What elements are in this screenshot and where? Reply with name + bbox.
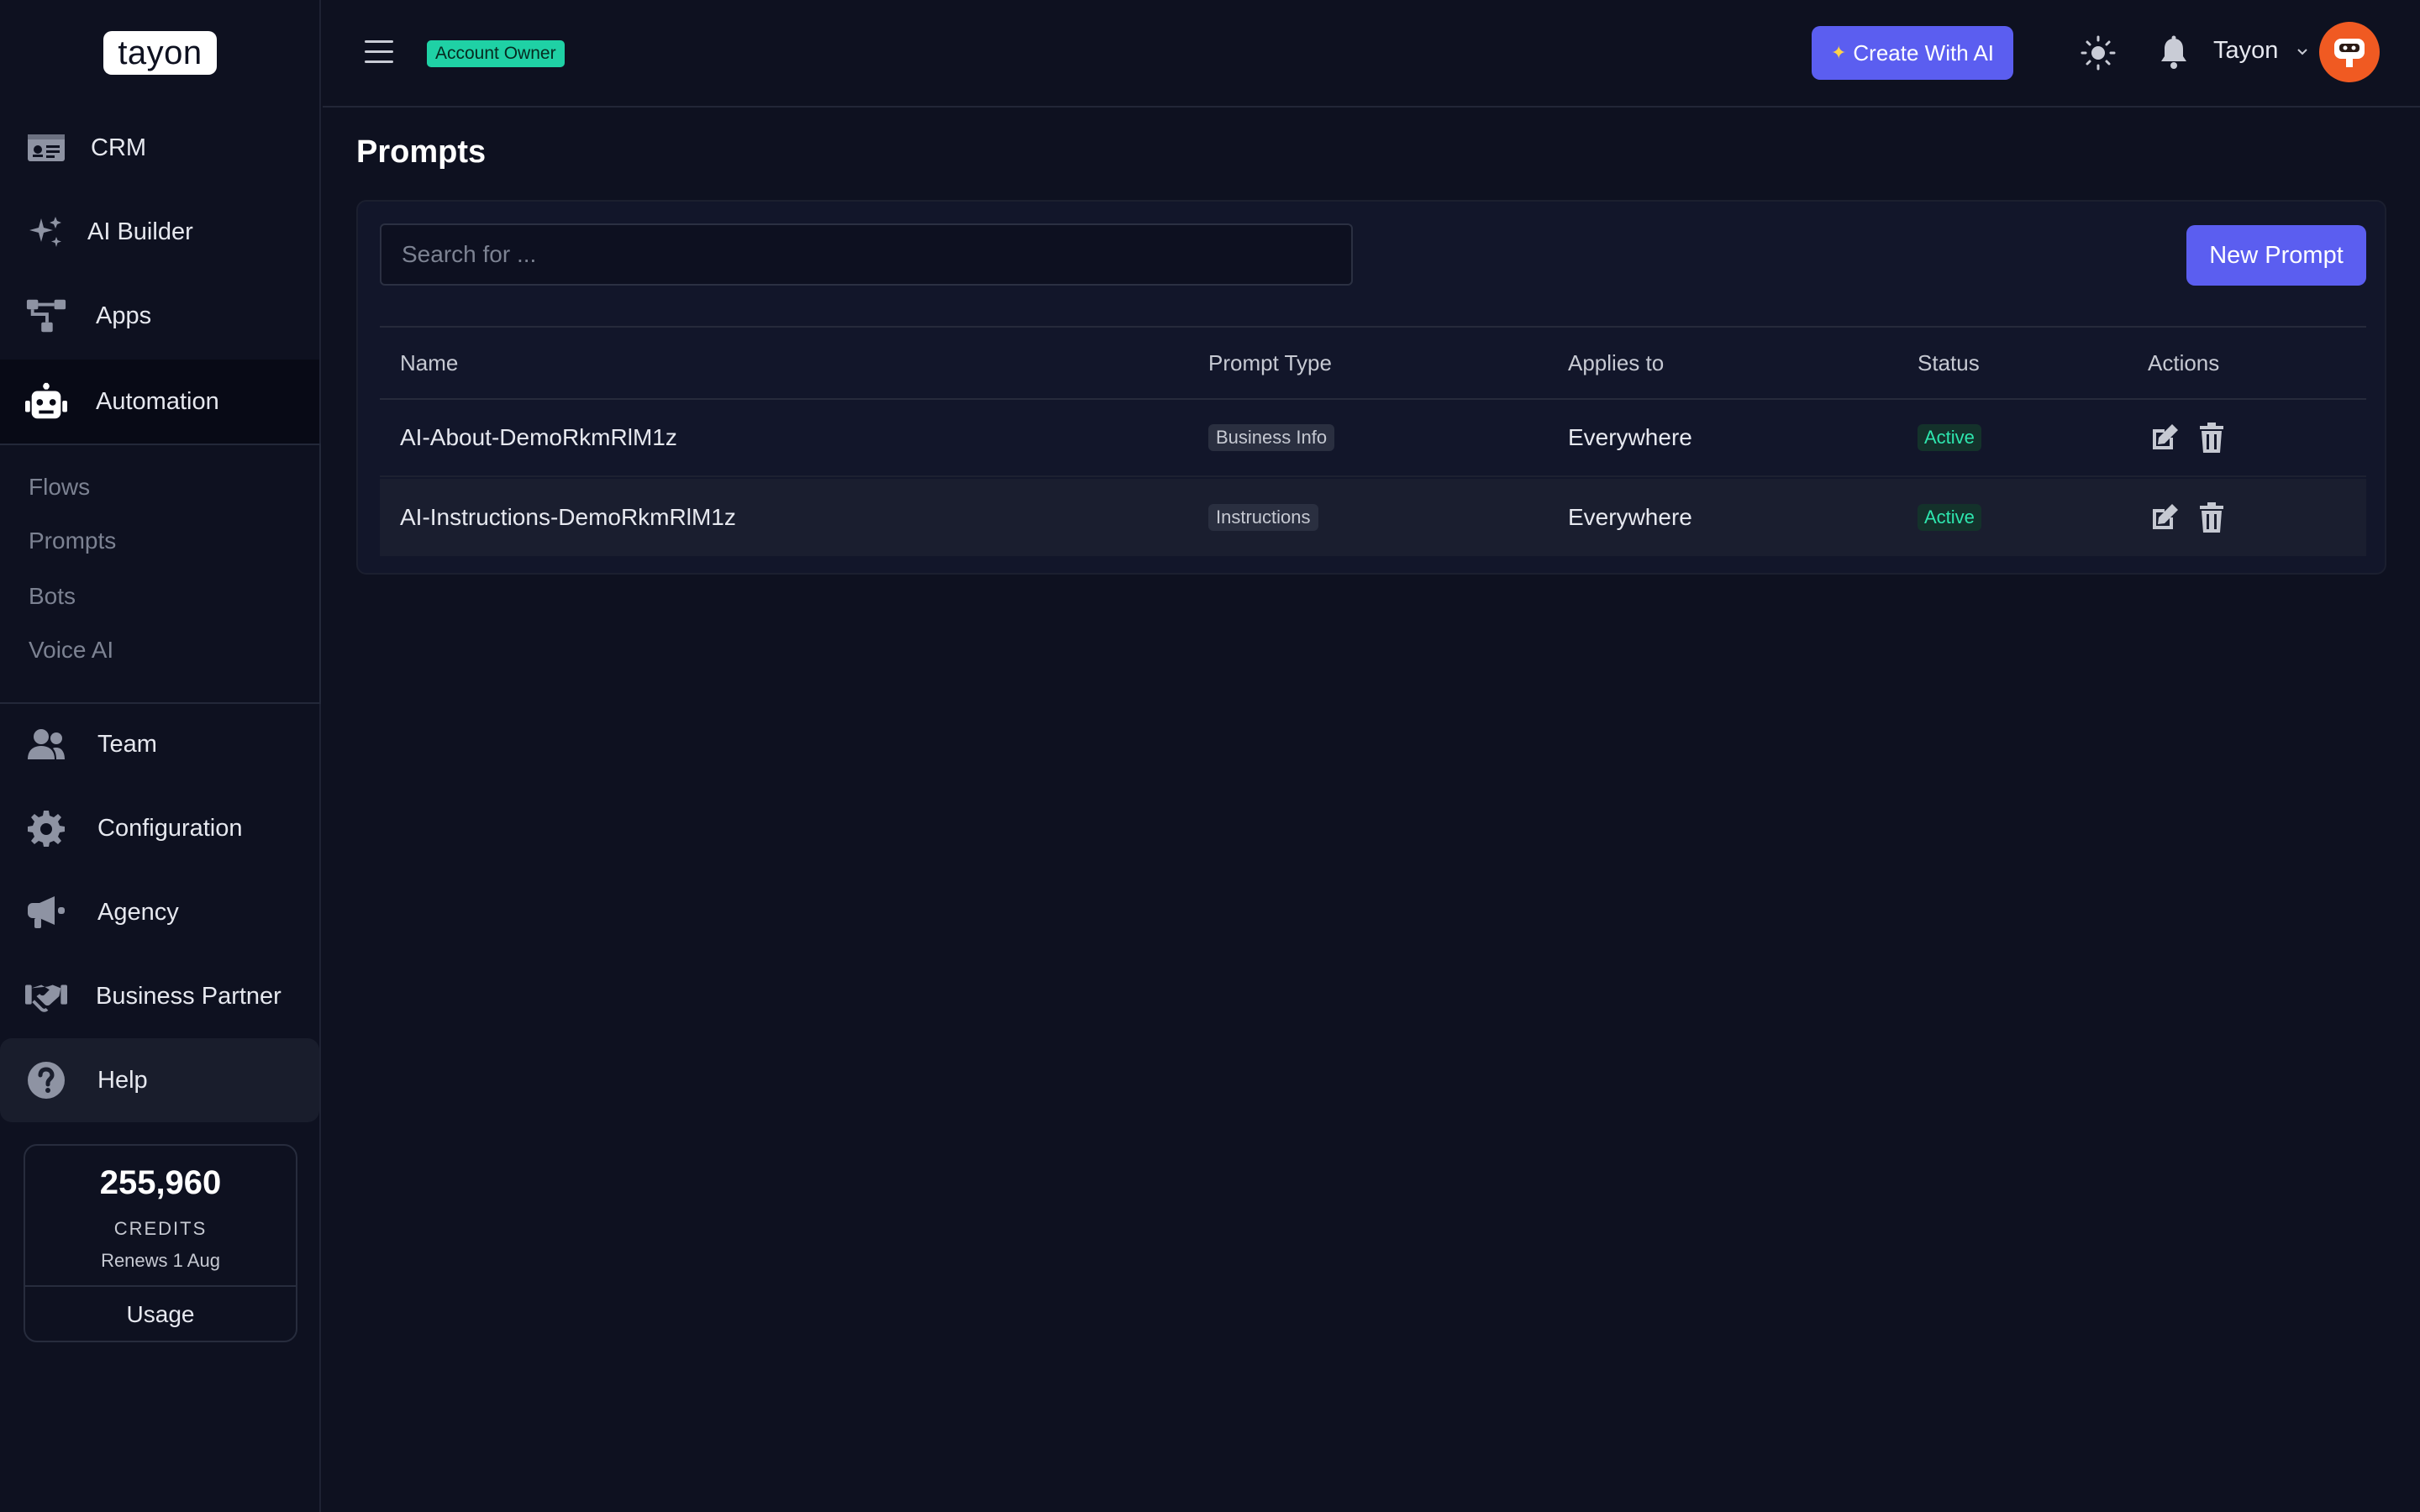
submenu-item-flows[interactable]: Flows bbox=[29, 474, 90, 501]
sidebar-item-apps[interactable]: Apps bbox=[0, 274, 319, 358]
sidebar-item-business-partner[interactable]: Business Partner bbox=[0, 954, 319, 1038]
id-card-icon bbox=[25, 127, 67, 169]
prompts-panel: New Prompt Name Prompt Type Applies to S… bbox=[356, 200, 2386, 575]
column-header-status[interactable]: Status bbox=[1918, 328, 1980, 398]
sidebar-item-label: AI Builder bbox=[87, 218, 193, 245]
sidebar-item-label: Help bbox=[97, 1066, 148, 1094]
sun-icon[interactable] bbox=[2079, 34, 2118, 72]
sidebar-item-label: Business Partner bbox=[96, 982, 281, 1010]
question-circle-icon bbox=[25, 1059, 67, 1101]
sitemap-icon bbox=[25, 295, 67, 337]
trash-icon[interactable] bbox=[2195, 501, 2228, 534]
column-header-name[interactable]: Name bbox=[400, 328, 458, 398]
sidebar-item-label: Agency bbox=[97, 898, 179, 926]
trash-icon[interactable] bbox=[2195, 421, 2228, 454]
credits-label: CREDITS bbox=[113, 1218, 208, 1239]
table-row[interactable]: AI-About-DemoRkmRlM1z Business Info Ever… bbox=[380, 400, 2366, 477]
automation-submenu: Flows Prompts Bots Voice AI bbox=[0, 444, 321, 704]
create-with-ai-button[interactable]: ✦ Create With AI bbox=[1812, 26, 2013, 80]
sidebar-item-label: Configuration bbox=[97, 814, 243, 842]
sidebar-item-automation[interactable]: Automation bbox=[0, 360, 319, 444]
sidebar-item-crm[interactable]: CRM bbox=[0, 106, 319, 190]
megaphone-icon bbox=[25, 891, 67, 933]
sidebar-item-team[interactable]: Team bbox=[0, 702, 319, 786]
column-header-applies-to[interactable]: Applies to bbox=[1568, 328, 1664, 398]
role-badge: Account Owner bbox=[427, 40, 565, 67]
chevron-down-icon[interactable] bbox=[2294, 44, 2311, 60]
search-input[interactable] bbox=[380, 223, 1353, 286]
edit-icon[interactable] bbox=[2148, 421, 2181, 454]
credits-card: 255,960 CREDITS Renews 1 Aug Usage bbox=[24, 1144, 297, 1342]
table-header: Name Prompt Type Applies to Status Actio… bbox=[380, 326, 2366, 400]
applies-to: Everywhere bbox=[1568, 504, 1692, 530]
sparkles-icon: ✦ bbox=[1830, 42, 1847, 63]
credits-amount: 255,960 bbox=[99, 1164, 222, 1201]
status-badge: Active bbox=[1918, 504, 1981, 531]
column-header-prompt-type[interactable]: Prompt Type bbox=[1208, 328, 1332, 398]
bell-icon[interactable] bbox=[2154, 34, 2193, 72]
sidebar-item-agency[interactable]: Agency bbox=[0, 870, 319, 954]
usage-button[interactable]: Usage bbox=[25, 1287, 296, 1342]
sidebar: tayon CRM AI Builder Apps Automation Flo… bbox=[0, 0, 321, 1512]
handshake-icon bbox=[25, 975, 67, 1017]
users-icon bbox=[25, 723, 67, 765]
new-prompt-button[interactable]: New Prompt bbox=[2186, 225, 2366, 286]
create-with-ai-label: Create With AI bbox=[1853, 39, 1995, 66]
status-badge: Active bbox=[1918, 424, 1981, 451]
column-header-actions: Actions bbox=[2148, 349, 2220, 375]
sidebar-item-label: Apps bbox=[96, 302, 152, 329]
prompt-type-badge: Business Info bbox=[1208, 424, 1335, 451]
page-title: Prompts bbox=[356, 134, 487, 170]
top-bar: Account Owner ✦ Create With AI Tayon bbox=[323, 0, 2420, 108]
submenu-item-prompts[interactable]: Prompts bbox=[29, 528, 116, 554]
app-logo[interactable]: tayon bbox=[103, 31, 217, 75]
prompt-type-badge: Instructions bbox=[1208, 504, 1318, 531]
sidebar-item-label: Team bbox=[97, 730, 157, 758]
submenu-item-bots[interactable]: Bots bbox=[29, 583, 76, 610]
submenu-item-voice-ai[interactable]: Voice AI bbox=[29, 637, 113, 664]
user-name[interactable]: Tayon bbox=[2213, 37, 2278, 65]
prompt-name[interactable]: AI-About-DemoRkmRlM1z bbox=[400, 400, 677, 475]
sidebar-item-help[interactable]: Help bbox=[0, 1038, 319, 1122]
sidebar-item-label: CRM bbox=[91, 134, 147, 161]
robot-icon bbox=[25, 381, 67, 423]
gear-icon bbox=[25, 807, 67, 849]
table-row[interactable]: AI-Instructions-DemoRkmRlM1z Instruction… bbox=[380, 479, 2366, 556]
applies-to: Everywhere bbox=[1568, 424, 1692, 450]
sidebar-item-label: Automation bbox=[96, 387, 219, 415]
avatar[interactable] bbox=[2319, 22, 2380, 82]
edit-icon[interactable] bbox=[2148, 501, 2181, 534]
prompt-name[interactable]: AI-Instructions-DemoRkmRlM1z bbox=[400, 479, 736, 556]
sidebar-item-ai-builder[interactable]: AI Builder bbox=[0, 190, 319, 274]
credits-renewal-date: Renews 1 Aug bbox=[101, 1250, 220, 1271]
menu-toggle-icon[interactable] bbox=[365, 40, 393, 64]
sparkles-icon bbox=[25, 211, 67, 253]
sidebar-item-configuration[interactable]: Configuration bbox=[0, 786, 319, 870]
